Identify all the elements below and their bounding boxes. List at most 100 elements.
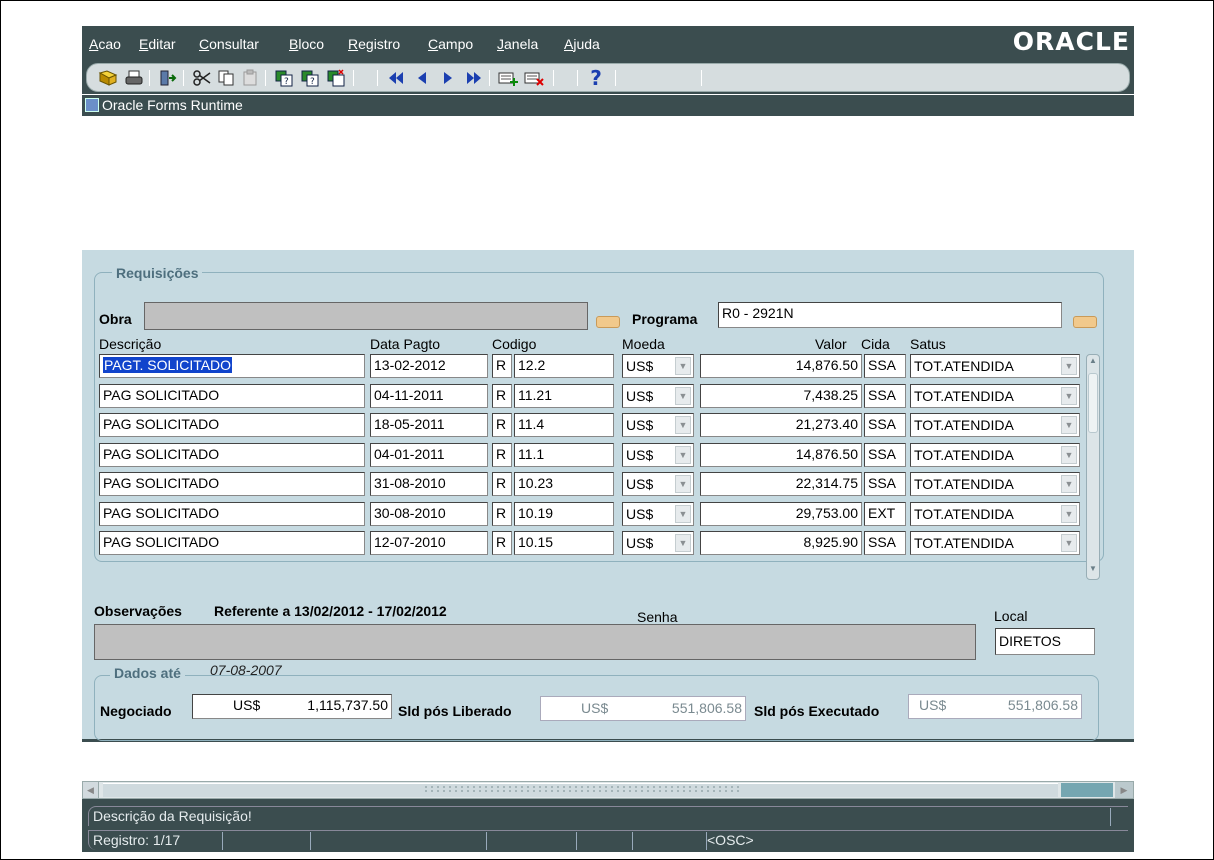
- observacoes-field[interactable]: [94, 624, 976, 660]
- chevron-down-icon[interactable]: ▼: [675, 534, 691, 552]
- satus-select[interactable]: TOT.ATENDIDA ▼: [910, 384, 1080, 408]
- local-field[interactable]: DIRETOS: [995, 628, 1095, 655]
- tipo-field[interactable]: R: [492, 384, 512, 408]
- moeda-select[interactable]: US$ ▼: [622, 354, 694, 378]
- scroll-left-icon[interactable]: ◀: [83, 782, 99, 798]
- obra-lov-button[interactable]: [596, 316, 620, 328]
- tipo-field[interactable]: R: [492, 413, 512, 437]
- moeda-select[interactable]: US$ ▼: [622, 472, 694, 496]
- satus-select[interactable]: TOT.ATENDIDA ▼: [910, 413, 1080, 437]
- moeda-select[interactable]: US$ ▼: [622, 413, 694, 437]
- obra-field[interactable]: [144, 302, 588, 330]
- scroll-down-icon[interactable]: ▼: [1088, 564, 1098, 578]
- descricao-field[interactable]: PAGT. SOLICITADO: [99, 354, 365, 378]
- cida-field[interactable]: SSA: [864, 443, 906, 467]
- codigo-field[interactable]: 12.2: [514, 354, 614, 378]
- scroll-right-icon[interactable]: ▶: [1115, 782, 1133, 798]
- descricao-field[interactable]: PAG SOLICITADO: [99, 384, 365, 408]
- chevron-down-icon[interactable]: ▼: [675, 446, 691, 464]
- cida-field[interactable]: SSA: [864, 472, 906, 496]
- cida-field[interactable]: SSA: [864, 354, 906, 378]
- menu-registro[interactable]: Registro: [348, 36, 400, 52]
- data-pagto-field[interactable]: 18-05-2011: [370, 413, 488, 437]
- previous-record-icon[interactable]: [411, 67, 433, 89]
- copy-icon[interactable]: [215, 67, 237, 89]
- valor-field[interactable]: 14,876.50: [700, 354, 862, 378]
- menu-editar[interactable]: Editar: [139, 36, 176, 52]
- codigo-field[interactable]: 10.23: [514, 472, 614, 496]
- chevron-down-icon[interactable]: ▼: [1061, 357, 1077, 375]
- chevron-down-icon[interactable]: ▼: [675, 505, 691, 523]
- codigo-field[interactable]: 10.15: [514, 531, 614, 555]
- descricao-field[interactable]: PAG SOLICITADO: [99, 472, 365, 496]
- moeda-select[interactable]: US$ ▼: [622, 531, 694, 555]
- data-pagto-field[interactable]: 31-08-2010: [370, 472, 488, 496]
- descricao-field[interactable]: PAG SOLICITADO: [99, 502, 365, 526]
- menu-ajuda[interactable]: Ajuda: [564, 36, 600, 52]
- codigo-field[interactable]: 11.1: [514, 443, 614, 467]
- requisicoes-scrollbar[interactable]: ▲ ▼: [1086, 354, 1100, 580]
- menu-bloco[interactable]: Bloco: [289, 36, 324, 52]
- next-record-icon[interactable]: [437, 67, 459, 89]
- scroll-up-icon[interactable]: ▲: [1088, 356, 1098, 370]
- valor-field[interactable]: 7,438.25: [700, 384, 862, 408]
- codigo-field[interactable]: 11.21: [514, 384, 614, 408]
- satus-select[interactable]: TOT.ATENDIDA ▼: [910, 443, 1080, 467]
- chevron-down-icon[interactable]: ▼: [675, 416, 691, 434]
- tipo-field[interactable]: R: [492, 502, 512, 526]
- menu-acao[interactable]: Acao: [89, 36, 121, 52]
- valor-field[interactable]: 29,753.00: [700, 502, 862, 526]
- codigo-field[interactable]: 10.19: [514, 502, 614, 526]
- moeda-select[interactable]: US$ ▼: [622, 443, 694, 467]
- codigo-field[interactable]: 11.4: [514, 413, 614, 437]
- horizontal-scrollbar[interactable]: ◀ ▶: [82, 781, 1134, 799]
- chevron-down-icon[interactable]: ▼: [1061, 534, 1077, 552]
- valor-field[interactable]: 14,876.50: [700, 443, 862, 467]
- chevron-down-icon[interactable]: ▼: [675, 387, 691, 405]
- tipo-field[interactable]: R: [492, 472, 512, 496]
- programa-lov-button[interactable]: [1073, 316, 1097, 328]
- valor-field[interactable]: 22,314.75: [700, 472, 862, 496]
- tipo-field[interactable]: R: [492, 443, 512, 467]
- execute-query-icon[interactable]: ?: [299, 67, 321, 89]
- enter-query-icon[interactable]: ?: [273, 67, 295, 89]
- menu-janela[interactable]: Janela: [497, 36, 538, 52]
- satus-select[interactable]: TOT.ATENDIDA ▼: [910, 354, 1080, 378]
- data-pagto-field[interactable]: 30-08-2010: [370, 502, 488, 526]
- satus-select[interactable]: TOT.ATENDIDA ▼: [910, 472, 1080, 496]
- save-icon[interactable]: [97, 67, 119, 89]
- satus-select[interactable]: TOT.ATENDIDA ▼: [910, 531, 1080, 555]
- negociado-field[interactable]: US$ 1,115,737.50: [192, 694, 392, 719]
- data-pagto-field[interactable]: 13-02-2012: [370, 354, 488, 378]
- descricao-field[interactable]: PAG SOLICITADO: [99, 443, 365, 467]
- tipo-field[interactable]: R: [492, 354, 512, 378]
- insert-record-icon[interactable]: [497, 67, 519, 89]
- paste-icon[interactable]: [239, 67, 261, 89]
- data-pagto-field[interactable]: 04-01-2011: [370, 443, 488, 467]
- chevron-down-icon[interactable]: ▼: [1061, 446, 1077, 464]
- chevron-down-icon[interactable]: ▼: [1061, 505, 1077, 523]
- help-icon[interactable]: ?: [585, 66, 607, 90]
- last-record-icon[interactable]: [463, 67, 485, 89]
- delete-record-icon[interactable]: [523, 67, 545, 89]
- moeda-select[interactable]: US$ ▼: [622, 502, 694, 526]
- cancel-query-icon[interactable]: [325, 67, 347, 89]
- descricao-field[interactable]: PAG SOLICITADO: [99, 413, 365, 437]
- descricao-field[interactable]: PAG SOLICITADO: [99, 531, 365, 555]
- data-pagto-field[interactable]: 04-11-2011: [370, 384, 488, 408]
- satus-select[interactable]: TOT.ATENDIDA ▼: [910, 502, 1080, 526]
- valor-field[interactable]: 8,925.90: [700, 531, 862, 555]
- cida-field[interactable]: SSA: [864, 413, 906, 437]
- tipo-field[interactable]: R: [492, 531, 512, 555]
- cut-icon[interactable]: [191, 67, 213, 89]
- exit-icon[interactable]: [157, 67, 179, 89]
- chevron-down-icon[interactable]: ▼: [675, 475, 691, 493]
- valor-field[interactable]: 21,273.40: [700, 413, 862, 437]
- moeda-select[interactable]: US$ ▼: [622, 384, 694, 408]
- print-icon[interactable]: [123, 67, 145, 89]
- menu-campo[interactable]: Campo: [428, 36, 473, 52]
- cida-field[interactable]: SSA: [864, 384, 906, 408]
- programa-field[interactable]: R0 - 2921N: [718, 302, 1062, 328]
- chevron-down-icon[interactable]: ▼: [675, 357, 691, 375]
- cida-field[interactable]: SSA: [864, 531, 906, 555]
